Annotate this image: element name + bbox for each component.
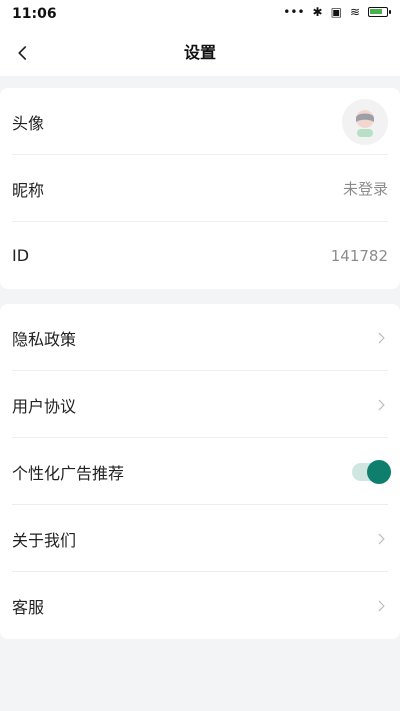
battery-level — [370, 9, 382, 14]
nickname-label: 昵称 — [12, 180, 45, 200]
chevron-right-icon — [378, 600, 385, 611]
settings-card: 隐私政策 用户协议 个性化广告推荐 关于我们 客服 — [0, 304, 400, 639]
toggle-knob — [367, 459, 391, 484]
customer-service-label: 客服 — [12, 597, 45, 617]
user-agreement-row[interactable]: 用户协议 — [0, 371, 400, 438]
wifi-icon: ≋ — [349, 5, 360, 19]
header: 设置 — [0, 30, 400, 76]
nickname-row[interactable]: 昵称 未登录 — [0, 155, 400, 222]
more-icon: ••• — [283, 5, 305, 19]
page-title: 设置 — [183, 43, 216, 62]
customer-service-row[interactable]: 客服 — [0, 572, 400, 639]
status-icons: ••• ✱ ▣ ≋ — [283, 5, 391, 19]
avatar[interactable] — [342, 98, 388, 145]
about-us-label: 关于我们 — [12, 530, 77, 550]
privacy-policy-row[interactable]: 隐私政策 — [0, 304, 400, 371]
id-label: ID — [12, 246, 30, 265]
status-time: 11:06 — [12, 6, 57, 22]
personalized-ads-toggle[interactable] — [352, 459, 391, 484]
personalized-ads-row: 个性化广告推荐 — [0, 438, 400, 505]
privacy-policy-label: 隐私政策 — [12, 329, 77, 349]
avatar-row[interactable]: 头像 — [0, 88, 400, 155]
id-value: 141782 — [330, 246, 388, 265]
about-us-row[interactable]: 关于我们 — [0, 505, 400, 572]
personalized-ads-label: 个性化广告推荐 — [12, 463, 125, 483]
id-row: ID 141782 — [0, 222, 400, 289]
nickname-value: 未登录 — [342, 180, 388, 198]
avatar-label: 头像 — [12, 113, 45, 133]
chevron-right-icon — [378, 332, 385, 343]
avatar-icon — [356, 109, 374, 137]
user-agreement-label: 用户协议 — [12, 396, 77, 416]
chevron-right-icon — [378, 533, 385, 544]
battery-icon — [368, 7, 391, 17]
status-bar: 11:06 ••• ✱ ▣ ≋ — [0, 0, 400, 30]
sim-icon: ▣ — [330, 5, 342, 19]
bluetooth-icon: ✱ — [312, 5, 323, 19]
chevron-right-icon — [378, 399, 385, 410]
profile-card: 头像 昵称 未登录 ID 141782 — [0, 88, 400, 289]
